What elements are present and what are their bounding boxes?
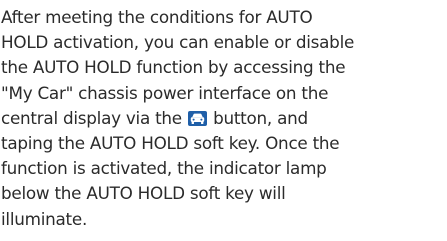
text-fragment: central display via the: [1, 107, 182, 128]
text-fragment: button, and: [213, 107, 308, 128]
text-line: the AUTO HOLD function by accessing the: [1, 57, 346, 78]
text-line: taping the AUTO HOLD soft key. Once the: [1, 133, 340, 154]
text-line: "My Car" chassis power interface on the: [1, 82, 329, 103]
instruction-paragraph: After meeting the conditions for AUTO HO…: [1, 5, 441, 232]
text-line: function is activated, the indicator lam…: [1, 158, 327, 179]
text-line: HOLD activation, you can enable or disab…: [1, 32, 355, 53]
car-icon: [187, 110, 207, 126]
text-line-with-icon: central display via the button, and: [1, 106, 441, 131]
text-line: After meeting the conditions for AUTO: [1, 7, 313, 27]
text-line: below the AUTO HOLD soft key will: [1, 183, 286, 204]
text-line: illuminate.: [1, 208, 88, 229]
